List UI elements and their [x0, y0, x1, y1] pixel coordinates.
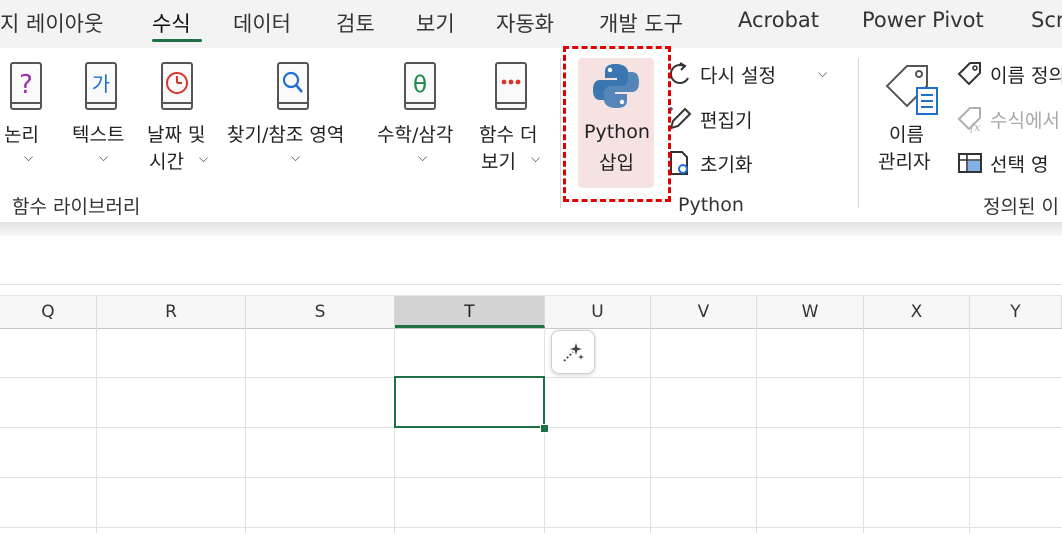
svg-text:?: ?: [19, 70, 33, 100]
svg-text:θ: θ: [413, 72, 427, 98]
logical-label: 논리: [4, 124, 39, 146]
grid-line: [96, 328, 97, 533]
create-from-selection-button[interactable]: 선택 영: [956, 147, 1062, 181]
editor-label: 편집기: [700, 110, 753, 132]
math-trig-button[interactable]: θ 수학/삼각 ⌵: [375, 58, 467, 178]
grid-line: [756, 328, 757, 533]
column-header-r[interactable]: R: [97, 296, 246, 328]
column-header-t[interactable]: T: [395, 296, 545, 328]
datetime-book-icon: [161, 62, 193, 110]
grid-line: [245, 328, 246, 533]
tag-icon: [957, 62, 981, 86]
chevron-down-icon: ⌵: [199, 151, 209, 165]
name-tag-icon: [885, 65, 938, 115]
grid-line: [863, 328, 864, 533]
group-separator: [560, 58, 561, 208]
datetime-label-line2: 시간: [149, 151, 184, 173]
name-manager-button[interactable]: 이름 관리자: [875, 58, 945, 178]
grid-line: [0, 477, 1062, 478]
ribbon-tabs: 지 레이아웃 수식 데이터 검토 보기 자동화 개발 도구 Acrobat Po…: [0, 0, 1062, 48]
chevron-down-icon: ⌵: [291, 150, 301, 164]
python-reset-button[interactable]: 다시 설정 ⌵: [666, 58, 846, 92]
tab-acrobat[interactable]: Acrobat: [738, 8, 819, 32]
ribbon-shadow: [0, 222, 1062, 236]
name-manager-label-line1: 이름: [889, 124, 924, 146]
formula-bar[interactable]: [0, 236, 1062, 285]
column-header-x[interactable]: X: [864, 296, 970, 328]
table-selection-icon: [958, 153, 982, 173]
column-header-s[interactable]: S: [246, 296, 395, 328]
copilot-sparkle-button[interactable]: [551, 330, 595, 374]
active-tab-indicator: [152, 39, 202, 42]
grid-line: [394, 328, 395, 533]
datetime-button[interactable]: 날짜 및 시간 ⌵: [145, 58, 217, 178]
tab-automate[interactable]: 자동화: [496, 8, 554, 38]
highlight-dashed-box: [563, 46, 671, 202]
tab-script[interactable]: Scr: [1031, 8, 1062, 32]
use-in-formula-button: fx 수식에서: [956, 103, 1062, 137]
tab-review[interactable]: 검토: [336, 8, 375, 38]
create-from-selection-label: 선택 영: [990, 154, 1049, 176]
chevron-down-icon: ⌵: [418, 150, 428, 164]
ribbon-panel: ? 논리 ⌵ 가 텍스트 ⌵ 날짜 및 시간 ⌵ 찾기/참조 영역 ⌵ θ 수학…: [0, 48, 1062, 222]
tab-view[interactable]: 보기: [416, 8, 455, 38]
chevron-down-icon: ⌵: [99, 150, 109, 164]
column-header-row: Q R S T U V W X Y: [0, 295, 1062, 329]
datetime-label-line1: 날짜 및: [147, 124, 206, 146]
python-editor-button[interactable]: 편집기: [666, 103, 786, 137]
group-separator: [858, 58, 859, 208]
defined-names-group-label: 정의된 이: [983, 196, 1059, 218]
chevron-down-icon: ⌵: [818, 66, 828, 80]
name-manager-label-line2: 관리자: [878, 151, 931, 173]
text-label: 텍스트: [72, 124, 125, 146]
more-functions-label-line2: 보기: [481, 151, 516, 173]
active-cell[interactable]: [394, 376, 545, 428]
tab-data[interactable]: 데이터: [233, 8, 291, 38]
tab-formulas[interactable]: 수식: [152, 8, 191, 38]
column-header-y[interactable]: Y: [970, 296, 1062, 328]
define-name-button[interactable]: 이름 정의: [956, 58, 1062, 92]
column-header-u[interactable]: U: [545, 296, 651, 328]
more-functions-label-line1: 함수 더: [479, 124, 538, 146]
math-book-icon: θ: [404, 62, 436, 110]
tab-developer[interactable]: 개발 도구: [599, 8, 683, 38]
chevron-down-icon: ⌵: [531, 151, 541, 165]
cell-grid[interactable]: [0, 328, 1062, 533]
math-trig-label: 수학/삼각: [377, 124, 454, 146]
use-in-formula-label: 수식에서: [990, 110, 1060, 132]
lookup-book-icon: [277, 62, 309, 110]
sparkle-icon: [563, 343, 584, 362]
initialize-label: 초기화: [700, 154, 753, 176]
lookup-reference-label: 찾기/참조 영역: [227, 124, 345, 146]
fill-handle[interactable]: [540, 424, 549, 433]
python-initialize-button[interactable]: 초기화: [666, 147, 786, 181]
more-functions-book-icon: [495, 62, 527, 110]
column-header-v[interactable]: V: [651, 296, 757, 328]
chevron-down-icon: ⌵: [24, 150, 34, 164]
function-library-group-label: 함수 라이브러리: [12, 196, 141, 218]
svg-text:가: 가: [92, 72, 110, 96]
text-button[interactable]: 가 텍스트 ⌵: [68, 58, 138, 178]
column-header-q[interactable]: Q: [0, 296, 97, 328]
lookup-reference-button[interactable]: 찾기/참조 영역 ⌵: [225, 58, 365, 178]
grid-line: [650, 328, 651, 533]
python-group-label: Python: [678, 194, 744, 216]
more-functions-button[interactable]: 함수 더 보기 ⌵: [477, 58, 552, 178]
tab-page-layout[interactable]: 지 레이아웃: [0, 8, 103, 38]
tag-fx-icon: fx: [957, 107, 981, 133]
grid-line: [969, 328, 970, 533]
define-name-label: 이름 정의: [990, 65, 1062, 87]
svg-text:fx: fx: [969, 121, 981, 133]
logical-button[interactable]: ? 논리 ⌵: [0, 58, 56, 178]
tab-power-pivot[interactable]: Power Pivot: [862, 8, 984, 32]
grid-line: [0, 527, 1062, 528]
logical-book-icon: ?: [10, 62, 42, 110]
column-header-w[interactable]: W: [757, 296, 864, 328]
text-book-icon: 가: [85, 62, 117, 110]
reset-label: 다시 설정: [700, 65, 776, 87]
